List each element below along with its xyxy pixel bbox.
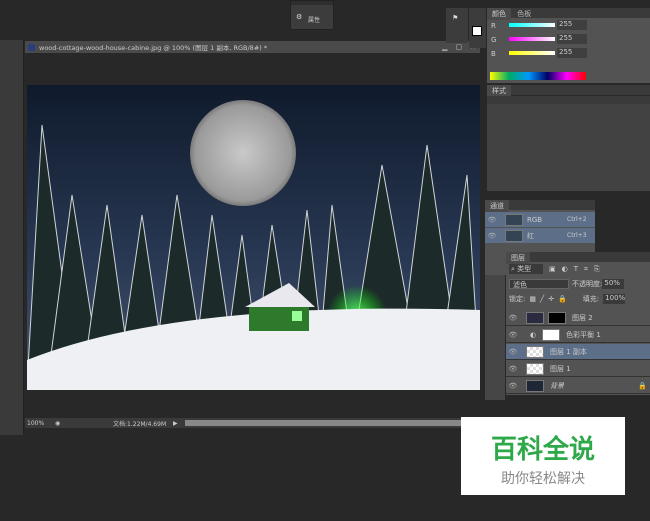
- visibility-eye-icon[interactable]: 👁: [506, 331, 520, 339]
- visibility-eye-icon[interactable]: 👁: [506, 382, 520, 390]
- watermark-subtitle: 助你轻松解决: [501, 471, 585, 487]
- filter-pixel-icon[interactable]: ▣: [549, 265, 556, 273]
- layer-row[interactable]: 👁 ◐ 色彩平衡 1: [506, 327, 650, 343]
- history-icon[interactable]: ⚑: [452, 14, 458, 22]
- status-bar: 100% ◉ 文档:1.22M/4.69M ▶: [25, 418, 480, 428]
- channel-shortcut: Ctrl+3: [567, 232, 587, 239]
- layer-row[interactable]: 👁 图层 1: [506, 361, 650, 377]
- properties-icon[interactable]: ⚙: [296, 13, 302, 21]
- watermark-title: 百科全说: [490, 435, 595, 465]
- lock-label: 锁定:: [509, 295, 526, 303]
- left-panel: [0, 40, 24, 435]
- channel-name: 红: [527, 231, 534, 240]
- layer-row[interactable]: 👁 图层 2: [506, 310, 650, 326]
- maximize-icon[interactable]: ▢: [456, 43, 463, 51]
- panel-divider: [485, 275, 505, 400]
- channel-row[interactable]: 👁 RGB Ctrl+2: [485, 212, 595, 227]
- document-window: wood-cottage-wood-house-cabine.jpg @ 100…: [25, 41, 480, 433]
- lock-paint-icon[interactable]: ╱: [540, 295, 544, 303]
- visibility-eye-icon[interactable]: 👁: [485, 216, 499, 224]
- layer-name: 图层 1 副本: [550, 347, 587, 356]
- tab-channels[interactable]: 通道: [485, 200, 509, 212]
- channel-label: B: [491, 50, 496, 58]
- foreground-color-swatch[interactable]: [472, 26, 482, 36]
- filter-adjust-icon[interactable]: ◐: [562, 265, 568, 273]
- minimize-icon[interactable]: ▁: [442, 43, 447, 51]
- adjustment-icon: ◐: [530, 330, 537, 339]
- channel-label: R: [491, 22, 496, 30]
- document-title: wood-cottage-wood-house-cabine.jpg @ 100…: [39, 44, 268, 52]
- channel-name: RGB: [527, 215, 543, 224]
- zoom-level[interactable]: 100%: [25, 420, 55, 427]
- color-slider[interactable]: [509, 51, 555, 55]
- document-image: [27, 85, 480, 390]
- lock-icon: 🔒: [638, 381, 647, 390]
- channel-row[interactable]: 👁 红 Ctrl+3: [485, 228, 595, 243]
- layer-row[interactable]: 👁 背景 🔒: [506, 378, 650, 394]
- channel-shortcut: Ctrl+2: [567, 216, 587, 223]
- horizontal-scrollbar[interactable]: [185, 420, 478, 426]
- fill-input[interactable]: 100%: [603, 294, 625, 304]
- properties-label[interactable]: 属性: [308, 15, 320, 24]
- styles-body: [487, 96, 650, 191]
- tab-swatches[interactable]: 色板: [513, 10, 531, 18]
- layer-name: 图层 1: [550, 364, 571, 373]
- lock-all-icon[interactable]: 🔒: [558, 295, 567, 303]
- layer-row[interactable]: 👁 图层 1 副本: [506, 344, 650, 360]
- tab-layers[interactable]: 图层: [506, 252, 530, 264]
- color-spectrum[interactable]: [490, 72, 586, 80]
- visibility-eye-icon[interactable]: 👁: [506, 365, 520, 373]
- color-value-input[interactable]: 255: [557, 34, 587, 44]
- document-tab[interactable]: wood-cottage-wood-house-cabine.jpg @ 100…: [25, 41, 480, 53]
- photoshop-file-icon: [28, 43, 35, 51]
- dock-strip: [469, 8, 486, 48]
- lock-pixels-icon[interactable]: ▦: [529, 295, 536, 303]
- watermark: 百科全说 助你轻松解决: [461, 417, 625, 495]
- visibility-eye-icon[interactable]: 👁: [485, 232, 499, 240]
- filter-shape-icon[interactable]: ⌗: [584, 265, 588, 274]
- status-icon[interactable]: ◉: [55, 420, 113, 427]
- color-panel: 颜色 色板 R 255 G 255 B 255: [487, 8, 650, 83]
- layer-thumbnail: [526, 345, 544, 358]
- color-value-input[interactable]: 255: [557, 48, 587, 58]
- fill-label: 填充:: [582, 295, 600, 303]
- layer-name: 色彩平衡 1: [566, 330, 601, 339]
- filter-type-icon[interactable]: T: [574, 265, 578, 273]
- visibility-eye-icon[interactable]: 👁: [506, 348, 520, 356]
- layer-thumbnail: [526, 311, 544, 324]
- layer-name: 背景: [550, 381, 564, 390]
- tool-column: ⚑: [446, 8, 468, 43]
- blend-mode-select[interactable]: 滤色: [509, 279, 569, 289]
- color-value-input[interactable]: 255: [557, 20, 587, 30]
- styles-panel: 样式: [487, 85, 650, 97]
- status-menu-arrow[interactable]: ▶: [173, 420, 185, 427]
- doc-size: 文档:1.22M/4.69M: [113, 420, 167, 428]
- canvas-area[interactable]: [25, 53, 480, 418]
- lock-position-icon[interactable]: ✛: [548, 295, 554, 303]
- visibility-eye-icon[interactable]: 👁: [506, 314, 520, 322]
- color-slider[interactable]: [509, 37, 555, 41]
- channel-label: G: [491, 36, 497, 44]
- moon: [190, 100, 296, 206]
- layer-thumbnail: [526, 362, 544, 375]
- opacity-input[interactable]: 50%: [602, 279, 625, 289]
- layer-filter-select[interactable]: ⌕ 类型: [509, 264, 543, 274]
- properties-panel: ⚙ 属性: [290, 0, 334, 30]
- layers-panel: 图层 ⌕ 类型 ▣ ◐ T ⌗ ⎘ 滤色 不透明度: 50% 锁定: ▦ ╱ ✛ 🔒 填充: …: [506, 252, 650, 395]
- filter-smart-icon[interactable]: ⎘: [594, 265, 600, 274]
- opacity-label: 不透明度:: [572, 280, 603, 288]
- layer-thumbnail: [526, 379, 544, 392]
- color-slider[interactable]: [509, 23, 555, 27]
- layer-name: 图层 2: [572, 313, 593, 322]
- tab-color[interactable]: 颜色: [487, 8, 511, 20]
